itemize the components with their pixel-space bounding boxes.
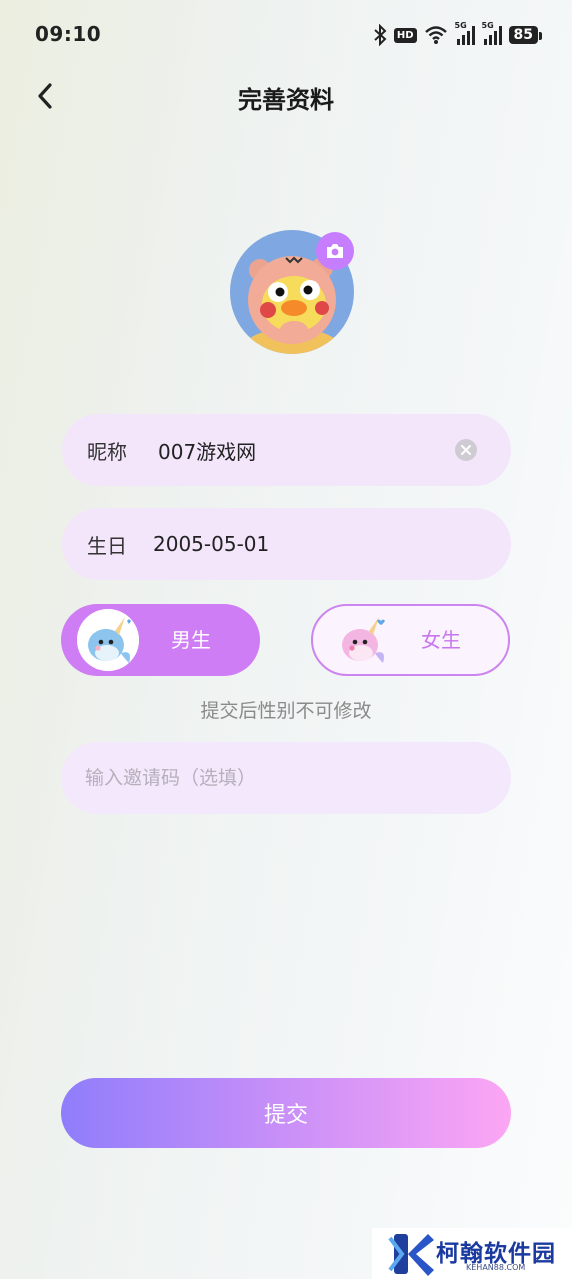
submit-button[interactable]: 提交	[61, 1078, 511, 1148]
nickname-label: 昵称	[87, 439, 127, 464]
nickname-field[interactable]: 昵称 007游戏网	[62, 414, 511, 486]
narwhal-pink-icon	[331, 609, 393, 671]
birthday-label: 生日	[87, 533, 127, 558]
page-title: 完善资料	[238, 86, 334, 114]
signal-5g-icon: 5G	[482, 21, 502, 45]
signal-5g-icon: 5G	[455, 21, 475, 45]
gender-male-button[interactable]: 男生	[61, 604, 260, 676]
birthday-value[interactable]: 2005-05-01	[153, 532, 269, 556]
birthday-field[interactable]: 生日 2005-05-01	[62, 508, 511, 580]
gender-male-label: 男生	[171, 628, 211, 652]
clear-icon[interactable]	[455, 439, 477, 461]
watermark-domain: KEHAN88.COM	[466, 1263, 526, 1272]
status-time: 09:10	[35, 22, 102, 46]
avatar-picker[interactable]	[230, 230, 354, 354]
watermark: 柯翰软件园 KEHAN88.COM	[372, 1228, 572, 1279]
status-bar: 09:10 HD 5G 5G 85	[0, 0, 572, 68]
narwhal-blue-icon	[77, 609, 139, 671]
invite-code-input[interactable]	[61, 742, 511, 814]
camera-icon	[327, 244, 343, 258]
bluetooth-icon	[373, 24, 387, 46]
gender-female-button[interactable]: 女生	[311, 604, 510, 676]
nickname-input[interactable]: 007游戏网	[158, 436, 256, 465]
status-icons: HD 5G 5G 85	[373, 21, 543, 48]
battery-icon: 85	[508, 26, 543, 44]
wifi-icon	[424, 25, 448, 45]
gender-note: 提交后性别不可修改	[200, 700, 372, 722]
watermark-logo	[388, 1234, 434, 1276]
gender-female-label: 女生	[421, 628, 461, 652]
hd-icon: HD	[393, 27, 417, 43]
change-avatar-button[interactable]	[316, 232, 354, 270]
